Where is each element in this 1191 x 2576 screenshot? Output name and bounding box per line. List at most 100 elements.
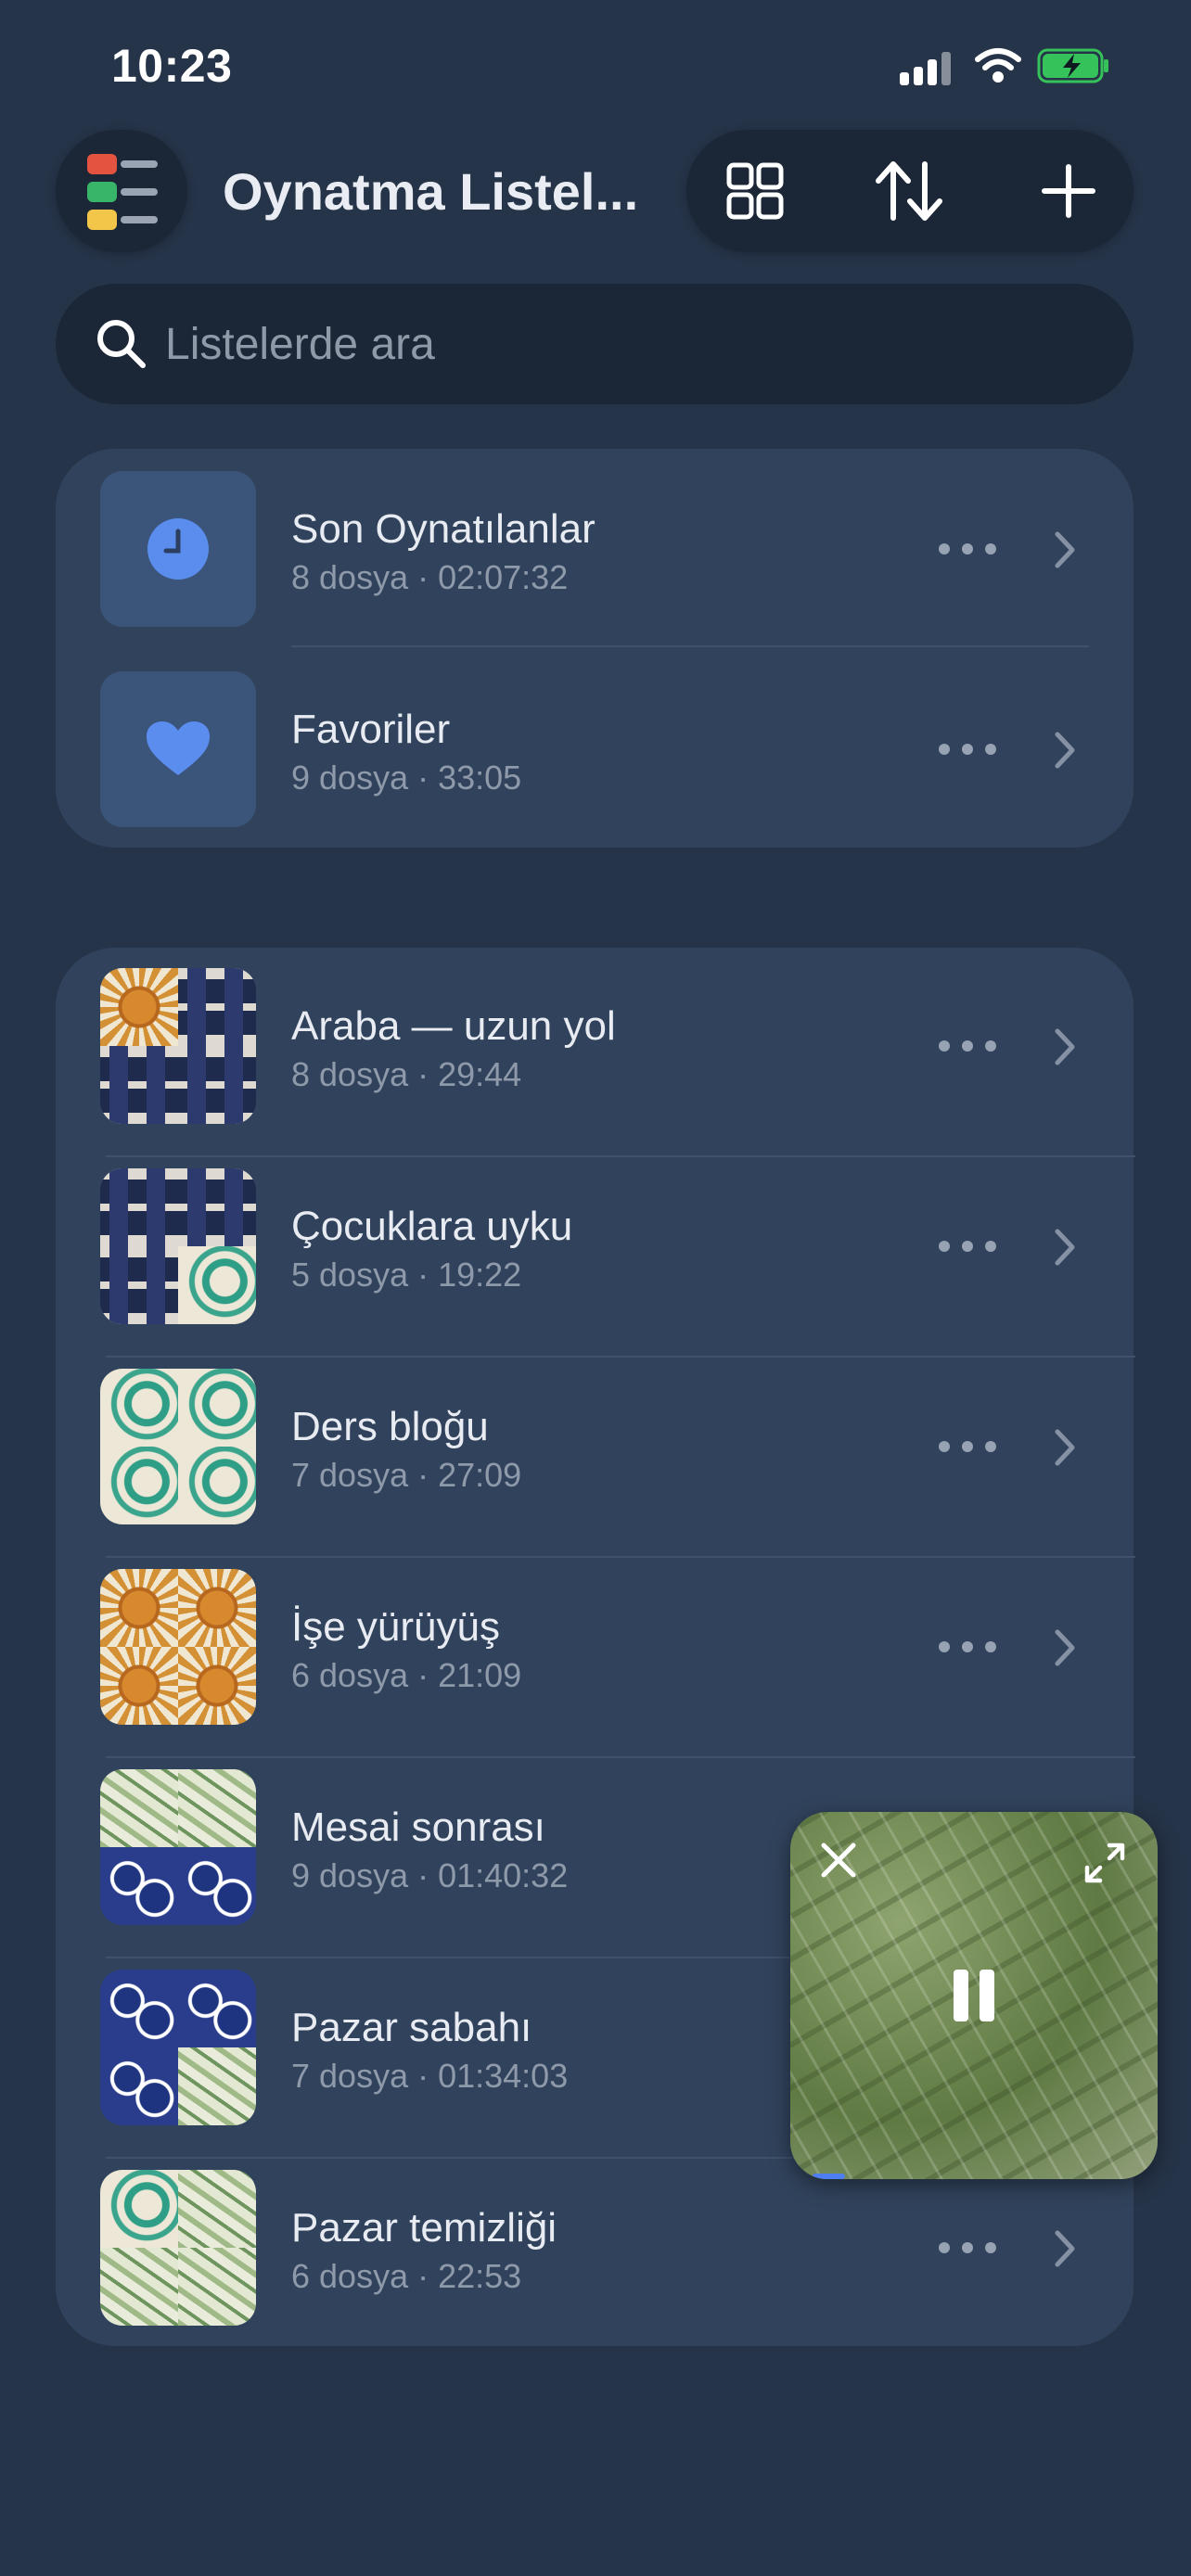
list-name: Favoriler	[291, 707, 451, 752]
more-options-button[interactable]	[935, 1233, 1000, 1259]
list-meta: 9 dosya · 33:05	[291, 759, 522, 797]
chevron-right-icon	[1055, 1629, 1075, 1666]
artwork-tile	[178, 2248, 256, 2326]
playlist-thumbnail	[100, 1168, 256, 1324]
artwork-tile	[100, 1168, 178, 1246]
recent-thumbnail	[100, 471, 256, 627]
menu-red-marker	[87, 154, 117, 174]
artwork-tile	[178, 1168, 256, 1246]
artwork-tile	[100, 1647, 178, 1725]
chevron-right-icon	[1055, 1229, 1075, 1266]
artwork-tile	[178, 2047, 256, 2125]
chevron-right-icon	[1055, 2230, 1075, 2267]
playlist-meta: 8 dosya · 29:44	[291, 1055, 522, 1093]
artwork-tile	[100, 2047, 178, 2125]
artwork-tile	[100, 968, 178, 1046]
wifi-icon	[975, 48, 1021, 83]
artwork-tile	[178, 1647, 256, 1725]
list-name: Son Oynatılanlar	[291, 506, 596, 552]
playlist-thumbnail	[100, 1369, 256, 1524]
artwork-tile	[100, 1447, 178, 1524]
playlist-meta: 5 dosya · 19:22	[291, 1256, 522, 1294]
artwork-tile	[178, 1769, 256, 1847]
close-icon[interactable]	[818, 1840, 859, 1881]
playlist-name: Araba — uzun yol	[291, 1003, 616, 1049]
cellular-signal-icon	[900, 46, 955, 85]
artwork-tile	[100, 1847, 178, 1925]
artwork-tile	[100, 1769, 178, 1847]
playlist-thumbnail	[100, 1970, 256, 2125]
playlist-name: Pazar temizliği	[291, 2205, 557, 2251]
artwork-tile	[178, 1847, 256, 1925]
status-bar: 10:23	[0, 0, 1191, 130]
artwork-tile	[178, 968, 256, 1046]
menu-green-marker	[87, 182, 117, 202]
more-options-button[interactable]	[935, 1634, 1000, 1660]
playlist-item[interactable]: Pazar temizliği 6 dosya · 22:53	[100, 2170, 1089, 2370]
artwork-tile	[100, 2248, 178, 2326]
more-options-button[interactable]	[935, 736, 1000, 762]
playlist-meta: 6 dosya · 22:53	[291, 2257, 522, 2295]
pause-icon[interactable]	[944, 1966, 1004, 2025]
playlist-meta: 7 dosya · 01:34:03	[291, 2057, 569, 2095]
search-placeholder: Listelerde ara	[165, 320, 435, 369]
search-icon	[97, 320, 146, 368]
playlist-meta: 7 dosya · 27:09	[291, 1456, 522, 1494]
more-options-button[interactable]	[935, 1434, 1000, 1460]
add-playlist-button[interactable]	[1031, 154, 1106, 228]
expand-icon[interactable]	[1082, 1840, 1128, 1886]
more-options-button[interactable]	[935, 2235, 1000, 2261]
playlist-item[interactable]: İşe yürüyüş 6 dosya · 21:09	[100, 1569, 1089, 1769]
more-options-button[interactable]	[935, 1033, 1000, 1059]
artwork-tile	[100, 1970, 178, 2047]
heart-icon	[147, 721, 210, 775]
playlist-name: Çocuklara uyku	[291, 1204, 573, 1249]
chevron-right-icon	[1055, 1429, 1075, 1466]
artwork-tile	[100, 1046, 178, 1124]
chevron-right-icon	[1055, 732, 1075, 769]
sort-button[interactable]	[872, 154, 946, 228]
playlist-name: Ders bloğu	[291, 1404, 489, 1449]
search-field[interactable]: Listelerde ara	[56, 284, 1133, 404]
artwork-tile	[100, 1246, 178, 1324]
playlist-thumbnail	[100, 2170, 256, 2326]
clock-icon	[147, 518, 209, 580]
menu-yellow-marker	[87, 210, 117, 230]
playlist-item[interactable]: Araba — uzun yol 8 dosya · 29:44	[100, 968, 1089, 1168]
mini-player[interactable]	[790, 1812, 1158, 2179]
artwork-tile	[178, 1569, 256, 1647]
list-item-recent[interactable]: Son Oynatılanlar 8 dosya · 02:07:32	[100, 471, 1089, 671]
grid-view-button[interactable]	[718, 154, 792, 228]
plus-icon	[1042, 164, 1095, 218]
playlist-thumbnail	[100, 1769, 256, 1925]
artwork-tile	[100, 2170, 178, 2248]
playlist-name: Pazar sabahı	[291, 2005, 532, 2050]
more-options-button[interactable]	[935, 536, 1000, 562]
playlist-meta: 6 dosya · 21:09	[291, 1656, 522, 1694]
toolbar	[686, 130, 1133, 252]
favorites-thumbnail	[100, 671, 256, 827]
grid-icon	[726, 162, 784, 220]
artwork-tile	[178, 1046, 256, 1124]
playlist-thumbnail	[100, 968, 256, 1124]
status-time: 10:23	[111, 40, 233, 92]
playlist-thumbnail	[100, 1569, 256, 1725]
list-item-favorites[interactable]: Favoriler 9 dosya · 33:05	[100, 671, 1089, 872]
divider	[291, 645, 1089, 647]
playlist-item[interactable]: Çocuklara uyku 5 dosya · 19:22	[100, 1168, 1089, 1369]
artwork-tile	[100, 1369, 178, 1447]
artwork-tile	[178, 1246, 256, 1324]
divider	[106, 1556, 1135, 1558]
playlist-name: İşe yürüyüş	[291, 1604, 500, 1650]
playlist-item[interactable]: Ders bloğu 7 dosya · 27:09	[100, 1369, 1089, 1569]
menu-button[interactable]	[56, 130, 187, 252]
chevron-right-icon	[1055, 1028, 1075, 1065]
divider	[106, 1356, 1135, 1358]
page-title: Oynatma Listel...	[223, 162, 639, 221]
artwork-tile	[100, 1569, 178, 1647]
divider	[106, 1756, 1135, 1758]
artwork-tile	[178, 2170, 256, 2248]
playlist-name: Mesai sonrası	[291, 1804, 545, 1850]
playlist-meta: 9 dosya · 01:40:32	[291, 1856, 569, 1894]
sort-arrows-icon	[876, 161, 942, 221]
